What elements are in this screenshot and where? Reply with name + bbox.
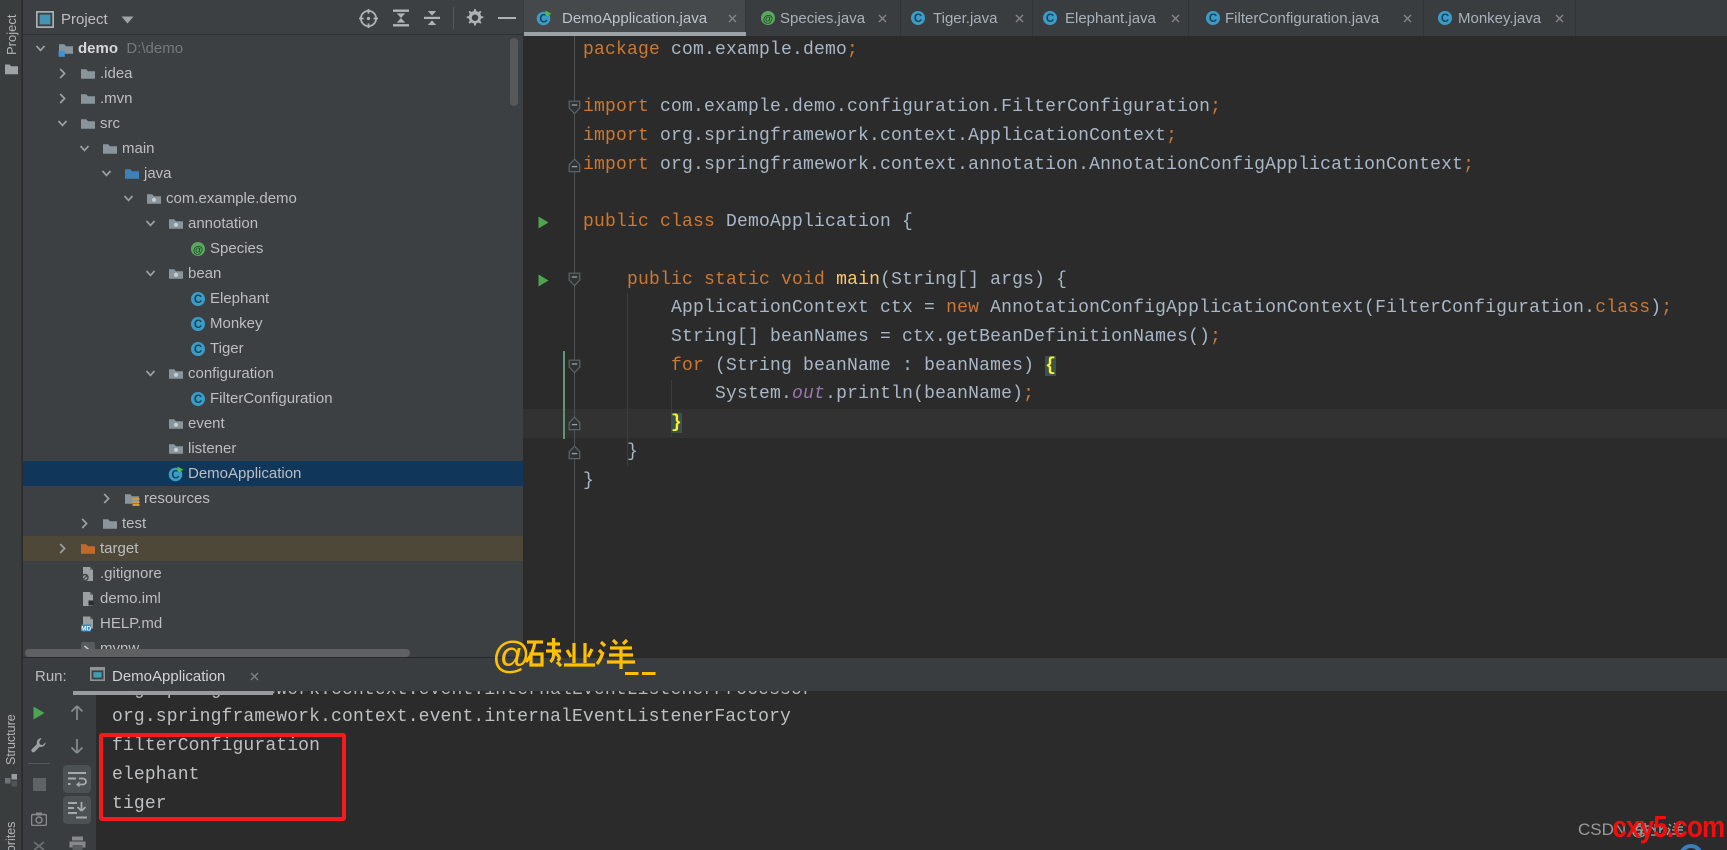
svg-text:@: @ <box>763 13 773 25</box>
svg-text:C: C <box>914 13 922 25</box>
svg-text:C: C <box>194 294 202 306</box>
svg-text:C: C <box>1046 13 1054 25</box>
svg-text:C: C <box>194 394 202 406</box>
svg-text:C: C <box>1441 13 1449 25</box>
svg-text:C: C <box>194 344 202 356</box>
svg-text:@: @ <box>492 635 531 677</box>
svg-text:C: C <box>194 319 202 331</box>
svg-text:MD: MD <box>81 625 91 632</box>
svg-text:@: @ <box>193 244 203 256</box>
svg-text:C: C <box>1209 13 1217 25</box>
